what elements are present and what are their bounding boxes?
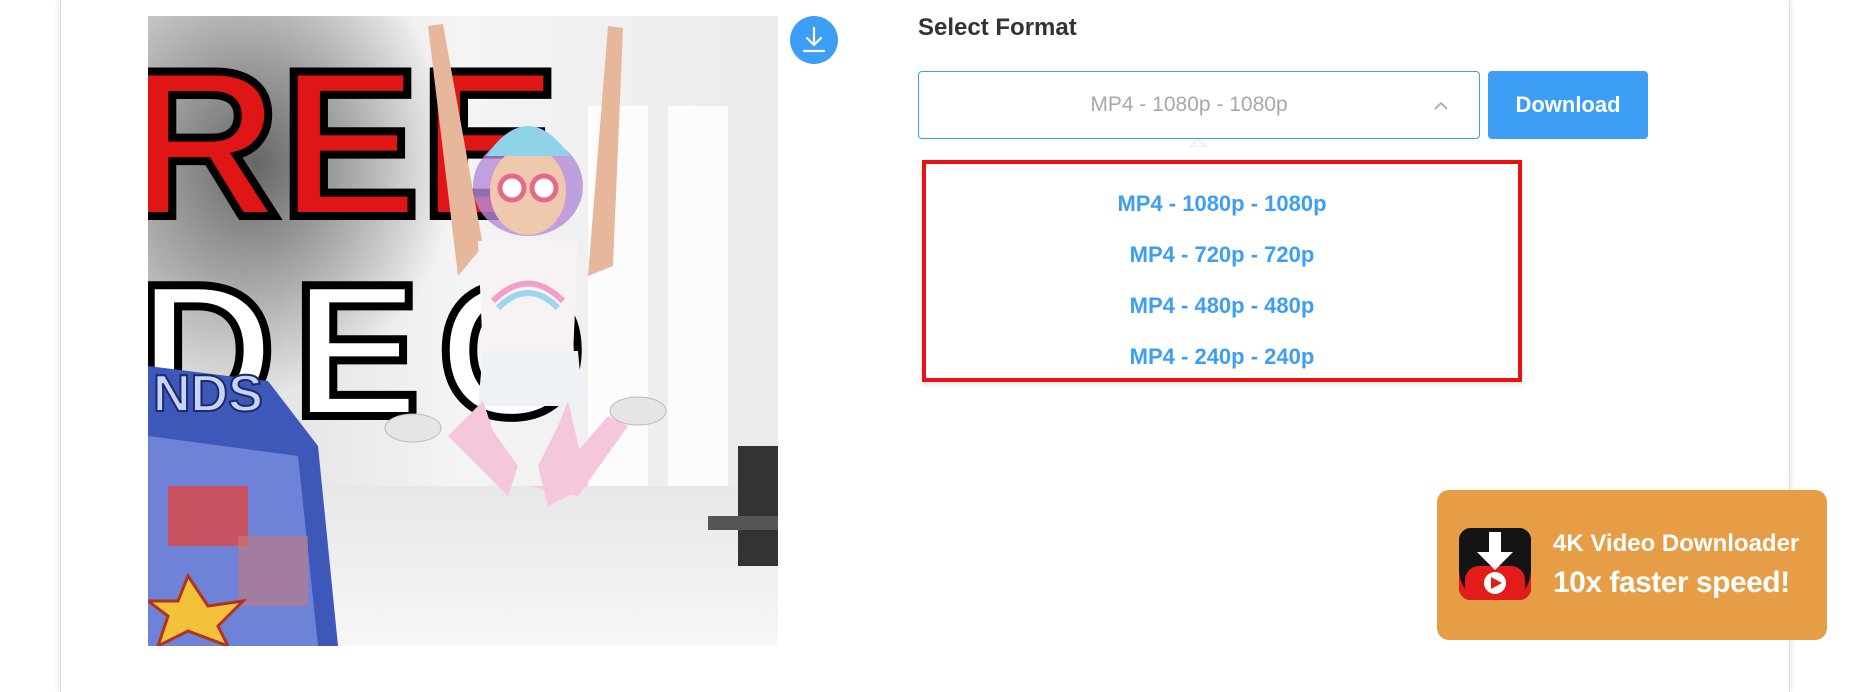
format-dropdown-list: MP4 - 1080p - 1080p MP4 - 720p - 720p MP… <box>922 160 1522 382</box>
format-option-240p[interactable]: MP4 - 240p - 240p <box>926 331 1518 382</box>
format-option-1080p[interactable]: MP4 - 1080p - 1080p <box>926 178 1518 229</box>
downloader-app-icon <box>1459 528 1531 600</box>
select-format-label: Select Format <box>918 14 1077 41</box>
promo-banner[interactable]: 4K Video Downloader 10x faster speed! <box>1437 490 1827 640</box>
format-select-value: MP4 - 1080p - 1080p <box>1090 93 1288 116</box>
video-thumbnail: REE DEO NDS <box>148 16 778 646</box>
chevron-up-icon <box>1433 98 1449 116</box>
download-arrow-icon[interactable] <box>790 16 838 64</box>
promo-title: 4K Video Downloader <box>1553 530 1800 557</box>
dropdown-caret <box>1190 139 1206 147</box>
format-option-480p[interactable]: MP4 - 480p - 480p <box>926 280 1518 331</box>
promo-tagline: 10x faster speed! <box>1553 566 1790 599</box>
format-select[interactable]: MP4 - 1080p - 1080p <box>918 71 1480 139</box>
download-button[interactable]: Download <box>1488 71 1648 139</box>
format-option-720p[interactable]: MP4 - 720p - 720p <box>926 229 1518 280</box>
thumbnail-title-side: NDS <box>153 365 263 423</box>
